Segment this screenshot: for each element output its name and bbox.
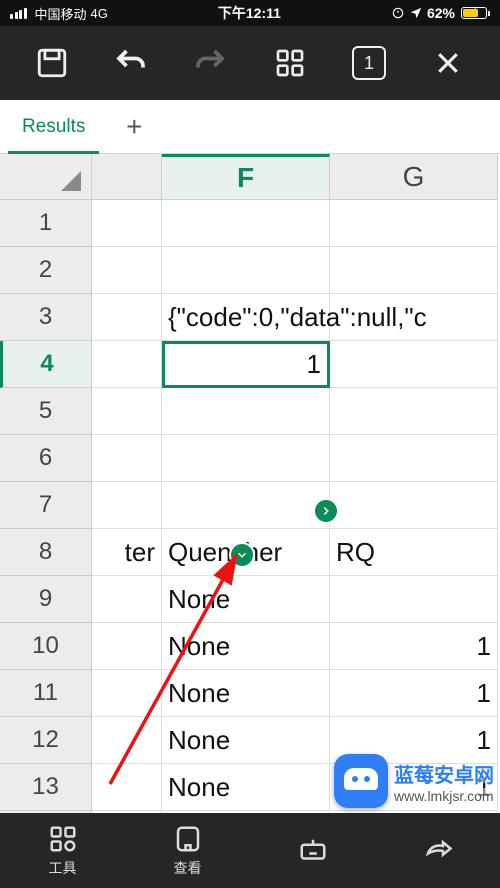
row-header-7[interactable]: 7	[0, 482, 92, 529]
cell-G8[interactable]: RQ	[330, 529, 498, 576]
add-sheet-button[interactable]: +	[107, 100, 161, 153]
cell-E6[interactable]	[92, 435, 162, 482]
watermark-title: 蓝莓安卓网	[394, 759, 494, 788]
cell-F10[interactable]: None	[162, 623, 330, 670]
top-toolbar: 1	[0, 26, 500, 100]
location-icon	[409, 6, 423, 20]
cell-G5[interactable]	[330, 388, 498, 435]
cell-F12[interactable]: None	[162, 717, 330, 764]
redo-button[interactable]	[188, 41, 232, 85]
cell-F6[interactable]	[162, 435, 330, 482]
watermark-icon	[334, 754, 388, 808]
cell-F11[interactable]: None	[162, 670, 330, 717]
signal-icon	[10, 8, 27, 19]
cell-G7[interactable]	[330, 482, 498, 529]
cell-E2[interactable]	[92, 247, 162, 294]
cell-G11[interactable]: 1	[330, 670, 498, 717]
cell-E12[interactable]	[92, 717, 162, 764]
cell-G6[interactable]	[330, 435, 498, 482]
grid-menu-button[interactable]	[268, 41, 312, 85]
cell-E3[interactable]	[92, 294, 162, 341]
col-header-F[interactable]: F	[162, 154, 330, 200]
row-header-5[interactable]: 5	[0, 388, 92, 435]
sheet-tabs: Results +	[0, 100, 500, 154]
cell-E13[interactable]	[92, 764, 162, 811]
rotation-lock-icon	[391, 6, 405, 20]
row-header-1[interactable]: 1	[0, 200, 92, 247]
undo-button[interactable]	[109, 41, 153, 85]
cell-F1[interactable]	[162, 200, 330, 247]
cell-F13[interactable]: None	[162, 764, 330, 811]
cell-F7[interactable]	[162, 482, 330, 529]
row-header-6[interactable]: 6	[0, 435, 92, 482]
view-button[interactable]: 查看	[173, 824, 203, 878]
close-button[interactable]	[426, 41, 470, 85]
row-header-3[interactable]: 3	[0, 294, 92, 341]
cell-E9[interactable]	[92, 576, 162, 623]
status-bar: 中国移动 4G 下午12:11 62% ⚡	[0, 0, 500, 26]
fill-handle-down[interactable]	[229, 542, 255, 568]
tab-results[interactable]: Results	[0, 100, 107, 153]
cell-E5[interactable]	[92, 388, 162, 435]
cell-E1[interactable]	[92, 200, 162, 247]
select-all-corner[interactable]	[0, 154, 92, 200]
row-header-12[interactable]: 12	[0, 717, 92, 764]
row-11: 11 None1	[0, 670, 500, 717]
row-header-11[interactable]: 11	[0, 670, 92, 717]
watermark: 蓝莓安卓网 www.lmkjsr.com	[334, 754, 494, 808]
tools-button[interactable]: 工具	[48, 824, 78, 878]
row-header-8[interactable]: 8	[0, 529, 92, 576]
watermark-url: www.lmkjsr.com	[394, 788, 494, 804]
cell-G9[interactable]	[330, 576, 498, 623]
cell-G4[interactable]	[330, 341, 498, 388]
row-2: 2	[0, 247, 500, 294]
row-7: 7	[0, 482, 500, 529]
cell-F2[interactable]	[162, 247, 330, 294]
cell-E7[interactable]	[92, 482, 162, 529]
network-label: 4G	[91, 6, 108, 21]
cell-F5[interactable]	[162, 388, 330, 435]
row-10: 10 None1	[0, 623, 500, 670]
row-header-4[interactable]: 4	[0, 341, 92, 388]
cell-E4[interactable]	[92, 341, 162, 388]
cell-G2[interactable]	[330, 247, 498, 294]
row-5: 5	[0, 388, 500, 435]
battery-icon: ⚡	[459, 7, 490, 19]
page-indicator[interactable]: 1	[347, 41, 391, 85]
cell-F9[interactable]: None	[162, 576, 330, 623]
cell-G1[interactable]	[330, 200, 498, 247]
clock: 下午12:11	[218, 3, 281, 23]
col-header-E[interactable]	[92, 154, 162, 200]
cell-G10[interactable]: 1	[330, 623, 498, 670]
cell-F4[interactable]: 1	[162, 341, 330, 388]
row-6: 6	[0, 435, 500, 482]
row-header-10[interactable]: 10	[0, 623, 92, 670]
share-button[interactable]	[423, 836, 453, 866]
battery-pct: 62%	[427, 5, 455, 21]
cell-F3[interactable]: {"code":0,"data":null,"c	[162, 294, 330, 341]
save-button[interactable]	[30, 41, 74, 85]
row-3: 3 {"code":0,"data":null,"c	[0, 294, 500, 341]
cell-E11[interactable]	[92, 670, 162, 717]
row-header-2[interactable]: 2	[0, 247, 92, 294]
col-header-G[interactable]: G	[330, 154, 498, 200]
row-header-13[interactable]: 13	[0, 764, 92, 811]
cell-E10[interactable]	[92, 623, 162, 670]
fill-handle-right[interactable]	[313, 498, 339, 524]
row-9: 9 None	[0, 576, 500, 623]
bottom-toolbar: 工具 查看	[0, 813, 500, 888]
cell-E8[interactable]: ter	[92, 529, 162, 576]
carrier-label: 中国移动	[35, 4, 87, 23]
row-1: 1	[0, 200, 500, 247]
row-header-9[interactable]: 9	[0, 576, 92, 623]
row-4: 41	[0, 341, 500, 388]
keyboard-button[interactable]	[298, 836, 328, 866]
